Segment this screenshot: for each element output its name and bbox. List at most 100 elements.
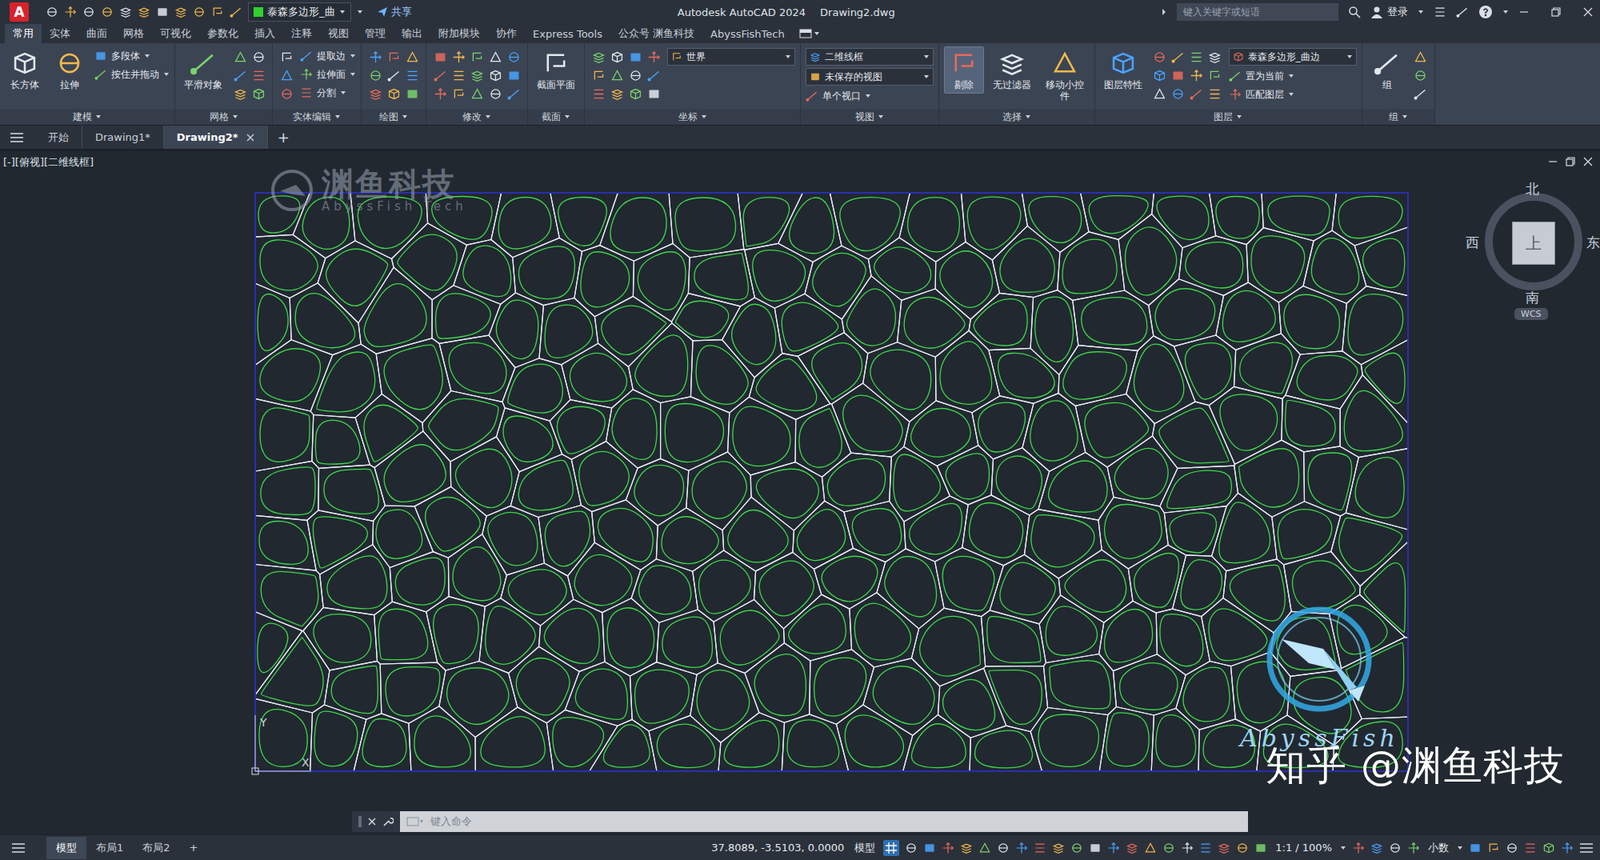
cell-curve[interactable] bbox=[516, 658, 570, 716]
tool-icon[interactable] bbox=[592, 50, 606, 64]
voronoi-cell[interactable] bbox=[414, 486, 487, 558]
cell-curve[interactable] bbox=[544, 511, 590, 567]
file-tab[interactable]: Drawing2* bbox=[164, 125, 268, 149]
voronoi-cell[interactable] bbox=[991, 448, 1050, 516]
small-tool-button[interactable]: 分割 bbox=[300, 84, 356, 101]
status-toggle-icon[interactable] bbox=[1070, 841, 1084, 855]
tool-icon[interactable] bbox=[1171, 68, 1185, 83]
voronoi-cell[interactable] bbox=[899, 192, 966, 262]
layout-tab[interactable]: 布局1 bbox=[86, 836, 133, 860]
voronoi-cell[interactable] bbox=[1303, 230, 1367, 304]
cell-curve[interactable] bbox=[260, 467, 316, 516]
quick-access-icon[interactable] bbox=[100, 5, 114, 19]
tool-icon[interactable] bbox=[433, 68, 448, 83]
cell-curve[interactable] bbox=[940, 341, 992, 404]
voronoi-cell[interactable] bbox=[289, 283, 361, 356]
voronoi-cell[interactable] bbox=[630, 662, 698, 732]
voronoi-cell[interactable] bbox=[594, 296, 672, 367]
caret-icon[interactable] bbox=[144, 52, 151, 60]
voronoi-cell[interactable] bbox=[312, 415, 371, 469]
cell-curve[interactable] bbox=[796, 509, 845, 561]
cell-curve[interactable] bbox=[1308, 452, 1352, 511]
caret-icon[interactable] bbox=[349, 71, 356, 78]
cell-curve[interactable] bbox=[635, 335, 688, 397]
cell-curve[interactable] bbox=[909, 503, 963, 554]
grip-icon[interactable] bbox=[358, 816, 362, 828]
cell-curve[interactable] bbox=[1088, 196, 1148, 234]
cell-curve[interactable] bbox=[1344, 390, 1403, 451]
cell-curve[interactable] bbox=[1028, 196, 1082, 244]
cell-curve[interactable] bbox=[1180, 560, 1222, 611]
voronoi-cell[interactable] bbox=[432, 285, 501, 344]
cell-curve[interactable] bbox=[574, 554, 632, 605]
voronoi-cell[interactable] bbox=[549, 400, 612, 460]
search-icon[interactable] bbox=[1348, 5, 1361, 19]
cell-curve[interactable] bbox=[854, 603, 911, 660]
cell-curve[interactable] bbox=[1184, 343, 1232, 400]
cell-curve[interactable] bbox=[558, 197, 608, 247]
close-icon[interactable] bbox=[246, 133, 255, 142]
cell-curve[interactable] bbox=[378, 608, 428, 660]
cell-curve[interactable] bbox=[603, 724, 650, 768]
cell-curve[interactable] bbox=[696, 670, 750, 731]
caret-icon[interactable] bbox=[163, 71, 170, 78]
cell-curve[interactable] bbox=[1219, 502, 1271, 564]
cell-curve[interactable] bbox=[1035, 296, 1074, 362]
status-toggle-icon[interactable] bbox=[904, 841, 918, 855]
cell-curve[interactable] bbox=[607, 608, 655, 668]
cell-curve[interactable] bbox=[812, 252, 866, 306]
cell-curve[interactable] bbox=[694, 252, 748, 300]
help-icon[interactable] bbox=[1478, 4, 1493, 20]
voronoi-cell[interactable] bbox=[832, 383, 910, 457]
cell-curve[interactable] bbox=[872, 666, 935, 725]
voronoi-cell[interactable] bbox=[255, 192, 310, 237]
caret-icon[interactable] bbox=[1346, 53, 1353, 60]
ribbon-tab[interactable]: 可视化 bbox=[152, 24, 200, 44]
status-toggle-icon[interactable] bbox=[1052, 841, 1065, 855]
tool-icon[interactable] bbox=[1189, 87, 1204, 101]
voronoi-cell[interactable] bbox=[1340, 375, 1408, 458]
voronoi-cell[interactable] bbox=[1246, 228, 1314, 303]
voronoi-cell[interactable] bbox=[784, 594, 852, 661]
cell-curve[interactable] bbox=[743, 197, 789, 247]
cell-curve[interactable] bbox=[675, 197, 736, 252]
voronoi-cell[interactable] bbox=[962, 495, 1030, 566]
status-toggle-icon[interactable] bbox=[1107, 841, 1120, 855]
cell-curve[interactable] bbox=[376, 509, 423, 559]
voronoi-cell[interactable] bbox=[488, 292, 544, 368]
voronoi-cell[interactable] bbox=[744, 243, 813, 308]
quick-access-icon[interactable] bbox=[174, 5, 188, 19]
cell-curve[interactable] bbox=[498, 197, 552, 249]
ribbon-tab[interactable]: 实体 bbox=[41, 24, 79, 44]
voronoi-cell[interactable] bbox=[903, 714, 972, 772]
caret-icon[interactable] bbox=[1502, 8, 1509, 16]
tool-icon[interactable] bbox=[368, 68, 383, 83]
voronoi-cell[interactable] bbox=[660, 396, 730, 471]
cell-curve[interactable] bbox=[1156, 196, 1209, 240]
ribbon-tab[interactable]: 协作 bbox=[488, 24, 525, 44]
caret-icon[interactable] bbox=[813, 30, 820, 37]
voronoi-cell[interactable] bbox=[911, 608, 985, 687]
tool-icon[interactable] bbox=[1413, 68, 1428, 83]
voronoi-cell[interactable] bbox=[774, 293, 844, 356]
cell-curve[interactable] bbox=[759, 560, 814, 616]
cell-curve[interactable] bbox=[1049, 660, 1111, 709]
voronoi-cell[interactable] bbox=[482, 505, 545, 576]
cell-curve[interactable] bbox=[385, 667, 440, 716]
voronoi-cell[interactable] bbox=[1284, 552, 1361, 615]
voronoi-cell[interactable] bbox=[1044, 654, 1117, 716]
quick-access-icon[interactable] bbox=[45, 5, 59, 19]
wrench-icon[interactable] bbox=[382, 816, 394, 828]
cell-curve[interactable] bbox=[258, 196, 300, 233]
cell-curve[interactable] bbox=[967, 196, 1020, 250]
cell-curve[interactable] bbox=[331, 665, 378, 713]
cell-curve[interactable] bbox=[724, 720, 779, 768]
voronoi-cell[interactable] bbox=[1107, 436, 1178, 507]
tool-icon[interactable] bbox=[368, 87, 383, 101]
voronoi-cell[interactable] bbox=[1342, 286, 1408, 365]
cell-curve[interactable] bbox=[259, 709, 308, 768]
menu-icon[interactable] bbox=[1579, 842, 1594, 854]
cell-curve[interactable] bbox=[362, 718, 407, 767]
model-viewport[interactable]: [-][俯视][二维线框]YX渊鱼科技AbyssFish TechAbyssFi… bbox=[0, 151, 1600, 835]
cell-curve[interactable] bbox=[480, 716, 545, 768]
